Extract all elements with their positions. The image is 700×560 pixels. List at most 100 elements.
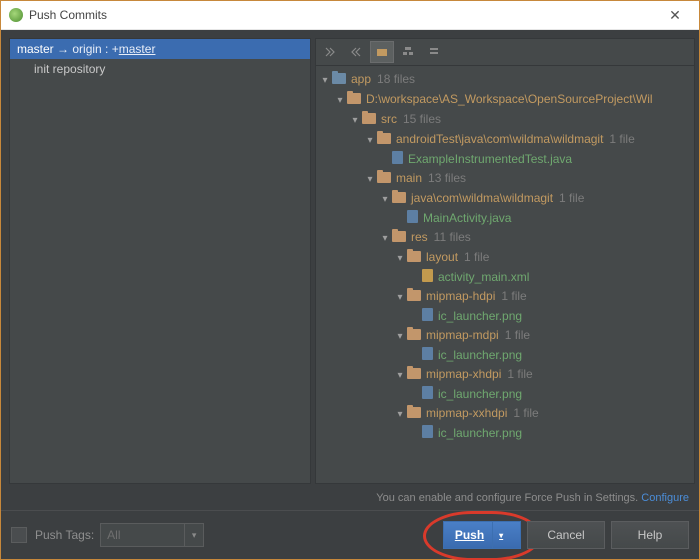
- folder-icon: [407, 329, 421, 340]
- tree-expanded-icon[interactable]: [365, 131, 375, 149]
- files-toolbar: [315, 38, 695, 65]
- folder-label: layout: [426, 250, 458, 264]
- tree-row[interactable]: ic_launcher.png: [316, 307, 694, 326]
- folder-icon: [347, 93, 361, 104]
- bottom-bar: Push Tags: All ▾ Push ▾ Cancel Help: [1, 510, 699, 559]
- folder-label: res: [411, 230, 428, 244]
- close-icon[interactable]: ✕: [655, 7, 695, 24]
- tree-row[interactable]: activity_main.xml: [316, 268, 694, 287]
- folder-label: mipmap-hdpi: [426, 289, 495, 303]
- tree-row[interactable]: androidTest\java\com\wildma\wildmagit 1 f…: [316, 130, 694, 150]
- file-label: activity_main.xml: [438, 270, 529, 284]
- tree-row[interactable]: ic_launcher.png: [316, 346, 694, 365]
- push-tags-checkbox[interactable]: [11, 527, 27, 543]
- tree-row[interactable]: mipmap-xxhdpi 1 file: [316, 404, 694, 424]
- folder-icon: [407, 290, 421, 301]
- cancel-button[interactable]: Cancel: [527, 521, 605, 549]
- folder-label: mipmap-mdpi: [426, 328, 499, 342]
- dialog-body: master → origin : +master init repositor…: [1, 30, 699, 559]
- group-by-directory-icon[interactable]: [370, 41, 394, 63]
- arrow-icon: →: [57, 42, 69, 56]
- tree-row[interactable]: src15 files: [316, 110, 694, 130]
- titlebar: Push Commits ✕: [1, 1, 699, 30]
- tree-expanded-icon[interactable]: [350, 111, 360, 129]
- force-push-note: You can enable and configure Force Push …: [1, 488, 699, 510]
- window-title: Push Commits: [29, 8, 655, 22]
- image-file-icon: [422, 308, 433, 321]
- file-count: 11 files: [434, 230, 471, 244]
- tree-expanded-icon[interactable]: [395, 288, 405, 306]
- tree-row[interactable]: layout1 file: [316, 248, 694, 268]
- push-commits-dialog: Push Commits ✕ master → origin : +master…: [0, 0, 700, 560]
- folder-icon: [407, 407, 421, 418]
- file-label: ic_launcher.png: [438, 309, 522, 323]
- tree-row[interactable]: ExampleInstrumentedTest.java: [316, 150, 694, 169]
- image-file-icon: [422, 347, 433, 360]
- tree-row[interactable]: D:\workspace\AS_Workspace\OpenSourceProj…: [316, 90, 694, 110]
- expand-all-icon[interactable]: [318, 41, 342, 63]
- tree-row[interactable]: mipmap-xhdpi 1 file: [316, 365, 694, 385]
- file-count: 1 file: [507, 367, 532, 381]
- file-count: 1 file: [501, 289, 526, 303]
- folder-label: mipmap-xxhdpi: [426, 406, 507, 420]
- file-count: 1 file: [513, 406, 538, 420]
- java-file-icon: [407, 210, 418, 223]
- tree-row[interactable]: main13 files: [316, 169, 694, 189]
- folder-icon: [392, 231, 406, 242]
- push-tags-combo[interactable]: All ▾: [100, 523, 204, 547]
- tree-row[interactable]: ic_launcher.png: [316, 385, 694, 404]
- file-count: 18 files: [377, 72, 415, 86]
- chevron-down-icon: ▾: [184, 524, 203, 546]
- file-count: 1 file: [609, 132, 634, 146]
- folder-icon: [392, 192, 406, 203]
- xml-file-icon: [422, 269, 433, 282]
- tree-row[interactable]: mipmap-mdpi 1 file: [316, 326, 694, 346]
- file-label: ic_launcher.png: [438, 348, 522, 362]
- tree-expanded-icon[interactable]: [395, 249, 405, 267]
- tree-expanded-icon[interactable]: [335, 91, 345, 109]
- folder-label: androidTest\java\com\wildma\wildmagit: [396, 132, 603, 146]
- help-button[interactable]: Help: [611, 521, 689, 549]
- commits-list: init repository: [10, 59, 310, 79]
- file-label: ic_launcher.png: [438, 426, 522, 440]
- tree-expanded-icon[interactable]: [380, 190, 390, 208]
- file-tree[interactable]: app 18 files D:\workspace\AS_Workspace\Ope…: [315, 65, 695, 484]
- tree-expanded-icon[interactable]: [320, 71, 330, 89]
- chevron-down-icon[interactable]: ▾: [492, 522, 509, 548]
- files-pane: app 18 files D:\workspace\AS_Workspace\Ope…: [315, 38, 695, 484]
- configure-link[interactable]: Configure: [641, 492, 689, 504]
- push-button[interactable]: Push ▾: [443, 521, 521, 549]
- folder-icon: [332, 73, 346, 84]
- settings-icon[interactable]: [422, 41, 446, 63]
- folder-label: mipmap-xhdpi: [426, 367, 501, 381]
- folder-label: D:\workspace\AS_Workspace\OpenSourceProj…: [366, 92, 653, 106]
- commit-item[interactable]: init repository: [10, 59, 310, 79]
- tree-row[interactable]: res 11 files: [316, 228, 694, 248]
- show-diff-icon[interactable]: [396, 41, 420, 63]
- tree-row[interactable]: app 18 files: [316, 70, 694, 90]
- tree-expanded-icon[interactable]: [395, 327, 405, 345]
- folder-icon: [362, 113, 376, 124]
- tree-expanded-icon[interactable]: [365, 170, 375, 188]
- tree-expanded-icon[interactable]: [380, 229, 390, 247]
- branch-spec[interactable]: master → origin : +master: [10, 39, 310, 59]
- folder-label: java\com\wildma\wildmagit: [411, 191, 553, 205]
- folder-icon: [377, 133, 391, 144]
- tree-row[interactable]: MainActivity.java: [316, 209, 694, 228]
- tree-row[interactable]: ic_launcher.png: [316, 424, 694, 443]
- file-count: 1 file: [505, 328, 530, 342]
- push-tags-label: Push Tags:: [35, 528, 94, 542]
- tree-expanded-icon[interactable]: [395, 366, 405, 384]
- app-icon: [9, 8, 23, 22]
- tree-row[interactable]: java\com\wildma\wildmagit1 file: [316, 189, 694, 209]
- file-label: ic_launcher.png: [438, 387, 522, 401]
- file-count: 13 files: [428, 171, 466, 185]
- tree-expanded-icon[interactable]: [395, 405, 405, 423]
- java-file-icon: [392, 151, 403, 164]
- folder-icon: [377, 172, 391, 183]
- folder-label: app: [351, 72, 371, 86]
- folder-label: src: [381, 112, 397, 126]
- tree-row[interactable]: mipmap-hdpi 1 file: [316, 287, 694, 307]
- commits-pane: master → origin : +master init repositor…: [9, 38, 311, 484]
- collapse-all-icon[interactable]: [344, 41, 368, 63]
